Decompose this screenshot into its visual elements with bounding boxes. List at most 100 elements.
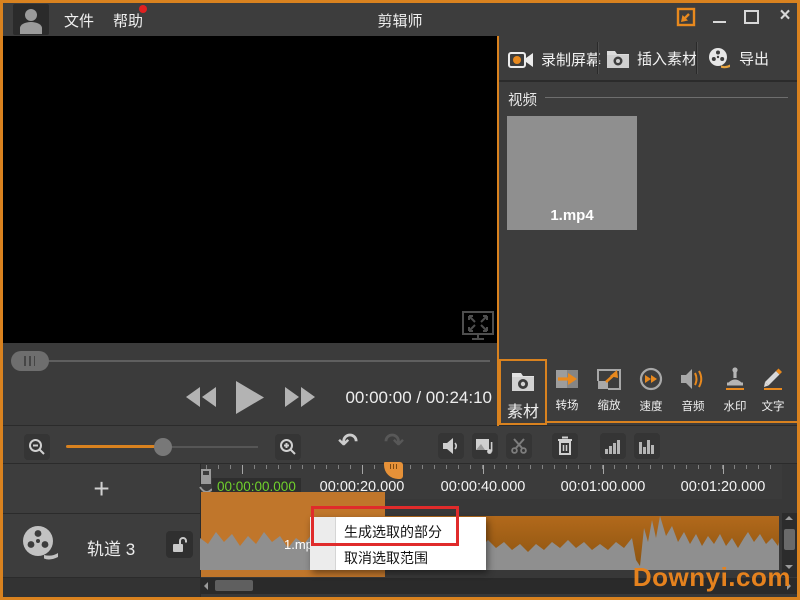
section-title: 视频 bbox=[508, 89, 537, 110]
hscroll-thumb[interactable] bbox=[215, 580, 253, 591]
material-folder-icon bbox=[501, 370, 545, 398]
divider bbox=[3, 425, 797, 426]
scale-icon bbox=[597, 368, 621, 390]
maximize-button[interactable] bbox=[743, 8, 761, 26]
tab-watermark[interactable]: 水印 bbox=[714, 366, 756, 414]
app-window: 文件 帮助 剪辑师 × 00:00:00 / 00:24: bbox=[0, 0, 800, 600]
bar-icon bbox=[651, 445, 654, 454]
unlock-icon bbox=[171, 536, 188, 554]
zoom-slider-track[interactable] bbox=[163, 446, 258, 448]
transition-icon bbox=[555, 368, 579, 390]
zoom-in-button[interactable] bbox=[275, 434, 301, 460]
insert-media-button[interactable]: 插入素材 bbox=[606, 48, 697, 69]
menu-help[interactable]: 帮助 bbox=[113, 10, 143, 31]
major-tick bbox=[362, 465, 363, 474]
scissors-icon bbox=[510, 437, 528, 455]
track-lock-button[interactable] bbox=[166, 531, 193, 558]
tab-scale-label: 缩放 bbox=[588, 397, 630, 413]
site-watermark: Downyi.com bbox=[633, 562, 791, 593]
tab-text[interactable]: 文字 bbox=[752, 366, 794, 414]
zoom-in-icon bbox=[279, 438, 297, 456]
add-track-button[interactable]: + bbox=[3, 464, 200, 514]
notification-dot bbox=[139, 5, 147, 13]
volume-button[interactable] bbox=[438, 433, 464, 459]
media-card[interactable]: 1.mp4 bbox=[507, 116, 637, 230]
menu-file[interactable]: 文件 bbox=[64, 10, 94, 31]
major-tick bbox=[603, 465, 604, 474]
bar-icon bbox=[617, 440, 620, 454]
seek-track[interactable] bbox=[14, 360, 490, 362]
header-footer bbox=[3, 578, 200, 597]
major-tick bbox=[483, 465, 484, 474]
fast-forward-button[interactable] bbox=[283, 384, 317, 415]
media-name: 1.mp4 bbox=[507, 207, 637, 224]
waveform-view-button[interactable] bbox=[600, 433, 626, 459]
avatar-body-icon bbox=[20, 22, 42, 34]
scroll-up-icon[interactable] bbox=[785, 516, 793, 520]
ruler-label: 00:01:00.000 bbox=[543, 479, 663, 495]
equalizer-view-button[interactable] bbox=[634, 433, 660, 459]
trash-icon bbox=[556, 436, 574, 456]
time-display: 00:00:00 / 00:24:10 bbox=[330, 388, 492, 408]
tab-material-label: 素材 bbox=[501, 398, 545, 422]
tab-scale[interactable]: 缩放 bbox=[588, 368, 630, 413]
cut-button[interactable] bbox=[506, 433, 532, 459]
close-button[interactable]: × bbox=[775, 7, 795, 27]
seek-handle[interactable] bbox=[11, 351, 49, 371]
pencil-icon bbox=[761, 366, 785, 391]
app-mode-icon[interactable] bbox=[676, 7, 696, 32]
tab-speed-label: 速度 bbox=[630, 398, 672, 414]
bar-icon bbox=[609, 446, 612, 454]
speaker-icon bbox=[441, 437, 461, 455]
speed-icon bbox=[639, 367, 663, 391]
fullscreen-icon[interactable] bbox=[461, 310, 495, 346]
vscroll-thumb[interactable] bbox=[784, 529, 795, 550]
redo-button[interactable]: ↷ bbox=[384, 430, 404, 454]
minimize-icon bbox=[713, 21, 726, 23]
undo-button[interactable]: ↶ bbox=[338, 430, 358, 454]
clip-thumbnail[interactable] bbox=[207, 518, 279, 572]
video-preview[interactable] bbox=[3, 36, 497, 343]
tab-speed[interactable]: 速度 bbox=[630, 367, 672, 414]
tab-watermark-label: 水印 bbox=[714, 398, 756, 414]
export-button[interactable]: 导出 bbox=[708, 47, 769, 70]
tab-text-label: 文字 bbox=[752, 398, 794, 414]
play-button[interactable] bbox=[233, 379, 267, 421]
scroll-left-icon[interactable] bbox=[204, 582, 208, 590]
media-audio-button[interactable] bbox=[472, 433, 498, 459]
record-screen-label: 录制屏幕 bbox=[541, 49, 601, 70]
minimize-button[interactable] bbox=[711, 8, 729, 26]
export-label: 导出 bbox=[739, 48, 769, 69]
divider bbox=[597, 42, 598, 74]
bar-icon bbox=[605, 449, 608, 454]
bar-icon bbox=[647, 440, 650, 454]
zoom-out-button[interactable] bbox=[24, 434, 50, 460]
insert-media-label: 插入素材 bbox=[637, 48, 697, 69]
audio-icon bbox=[680, 367, 706, 391]
bar-icon bbox=[643, 447, 646, 454]
delete-button[interactable] bbox=[552, 433, 578, 459]
tab-audio-label: 音频 bbox=[672, 398, 714, 414]
tab-transition[interactable]: 转场 bbox=[546, 368, 588, 413]
user-avatar[interactable] bbox=[13, 4, 49, 35]
major-tick bbox=[723, 465, 724, 474]
stamp-icon bbox=[724, 366, 746, 391]
major-tick bbox=[242, 465, 243, 474]
record-screen-button[interactable]: 录制屏幕 bbox=[508, 49, 601, 70]
tab-transition-label: 转场 bbox=[546, 397, 588, 413]
annotation-highlight-box bbox=[311, 506, 459, 546]
rewind-button[interactable] bbox=[184, 384, 218, 415]
ruler-label: 00:00:40.000 bbox=[423, 479, 543, 495]
zoom-slider-fill bbox=[66, 445, 163, 448]
tab-audio[interactable]: 音频 bbox=[672, 367, 714, 414]
zoom-out-icon bbox=[28, 438, 46, 456]
tab-material[interactable]: 素材 bbox=[499, 359, 547, 425]
image-note-icon bbox=[475, 437, 495, 455]
track-header[interactable]: 轨道 3 bbox=[3, 514, 200, 578]
grip-icon bbox=[24, 356, 35, 366]
zoom-slider-handle[interactable] bbox=[154, 438, 172, 456]
folder-camera-icon bbox=[606, 48, 630, 69]
menu-item-cancel-selection[interactable]: 取消选取范围 bbox=[344, 548, 428, 568]
track-name: 轨道 3 bbox=[87, 535, 135, 560]
section-rule bbox=[545, 97, 788, 98]
